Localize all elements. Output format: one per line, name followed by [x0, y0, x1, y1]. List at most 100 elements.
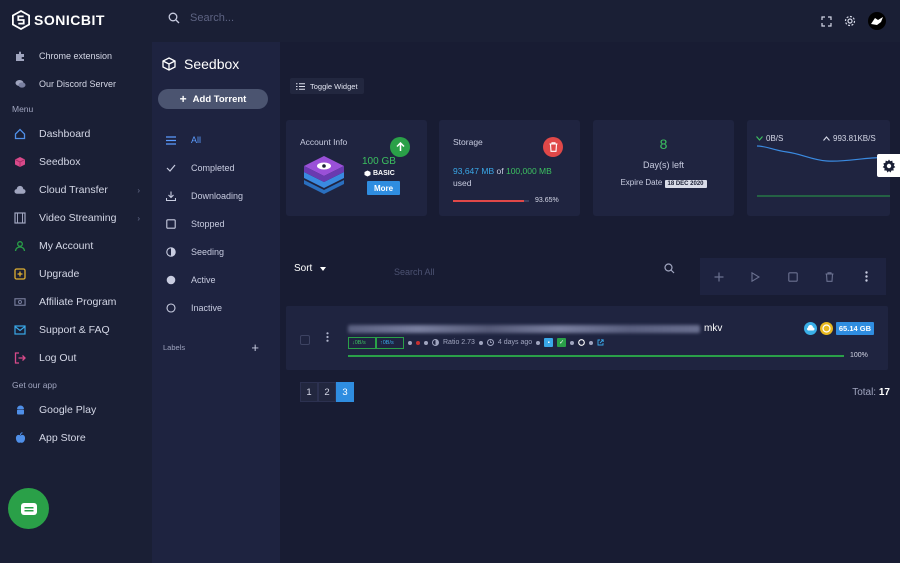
- sidebar-item-label: Video Streaming: [39, 212, 117, 224]
- app-section-title: Get our app: [12, 380, 57, 390]
- torrent-badges: 65.14 GB: [803, 322, 874, 335]
- plus-box-icon: [14, 268, 26, 280]
- account-more-button[interactable]: More: [367, 181, 400, 195]
- sidebar-item-support[interactable]: Support & FAQ: [0, 316, 152, 344]
- sidebar-item-upgrade[interactable]: Upgrade: [0, 260, 152, 288]
- sidebar-item-my-account[interactable]: My Account: [0, 232, 152, 260]
- gear-icon: [882, 159, 895, 172]
- torrent-row[interactable]: mkv ↓0B/s ↑0B/s Ratio 2.73 4 days ago ▪ …: [286, 306, 888, 370]
- storage-progress-bar: [453, 200, 529, 202]
- clear-storage-button[interactable]: [543, 137, 563, 157]
- half-circle-icon: [432, 339, 439, 346]
- account-size: 100 GB: [362, 156, 396, 167]
- sonicbit-logo[interactable]: SONICBIT: [12, 10, 105, 30]
- chevron-right-icon: ›: [137, 213, 140, 223]
- sidebar-item-label: Seedbox: [39, 156, 81, 168]
- filter-downloading[interactable]: Downloading: [152, 182, 280, 210]
- page-3-button[interactable]: 3: [336, 382, 354, 402]
- sidebar-item-label: Chrome extension: [39, 51, 113, 61]
- separator-dot: [589, 340, 594, 345]
- days-left-value: 8: [659, 136, 668, 152]
- arrow-up-icon: [395, 142, 405, 151]
- chevron-right-icon: ›: [137, 185, 140, 195]
- sort-dropdown[interactable]: Sort: [294, 263, 327, 274]
- top-bar: SONICBIT: [0, 0, 900, 42]
- trash-icon: [549, 142, 557, 152]
- upgrade-arrow-button[interactable]: [390, 137, 410, 157]
- sidebar-item-app-store[interactable]: App Store: [0, 424, 152, 452]
- account-info-label: Account Info: [300, 137, 348, 147]
- sidebar-item-video-streaming[interactable]: Video Streaming ›: [0, 204, 152, 232]
- stop-square-icon: [787, 271, 798, 282]
- cube-icon: [162, 57, 176, 71]
- filter-completed[interactable]: Completed: [152, 154, 280, 182]
- torrent-up-speed: ↑0B/s: [376, 337, 404, 349]
- torrent-extension: mkv: [704, 323, 723, 334]
- money-icon: [14, 296, 26, 308]
- sidebar-item-dashboard[interactable]: Dashboard: [0, 120, 152, 148]
- filter-all[interactable]: All: [152, 126, 280, 154]
- search-icon: [168, 12, 180, 24]
- page-1-button[interactable]: 1: [300, 382, 318, 402]
- page-2-button[interactable]: 2: [318, 382, 336, 402]
- torrent-search: [394, 262, 594, 280]
- external-link-icon[interactable]: [597, 339, 604, 346]
- filter-label: Downloading: [191, 191, 244, 201]
- plan-name: BASIC: [373, 170, 395, 177]
- list-icon: [166, 135, 176, 145]
- separator-dot: [478, 340, 483, 345]
- delete-button[interactable]: [811, 258, 848, 295]
- storage-percent: 93.65%: [535, 197, 559, 204]
- toggle-widget-button[interactable]: Toggle Widget: [290, 78, 364, 94]
- filter-label: Inactive: [191, 303, 223, 313]
- global-search-input[interactable]: [190, 12, 390, 24]
- torrent-progress-bar: [348, 355, 844, 357]
- sidebar-item-seedbox[interactable]: Seedbox: [0, 148, 152, 176]
- more-options-button[interactable]: [848, 258, 885, 295]
- cloud-icon: [14, 184, 26, 196]
- search-all-input[interactable]: [394, 267, 594, 277]
- status-dot-icon: [416, 340, 420, 345]
- play-button[interactable]: [737, 258, 774, 295]
- check-icon: [166, 163, 176, 173]
- sidebar-item-label: Google Play: [39, 404, 97, 416]
- filter-active[interactable]: Active: [152, 266, 280, 294]
- server-stack-icon: [304, 156, 344, 194]
- add-button[interactable]: [700, 258, 737, 295]
- sidebar-item-google-play[interactable]: Google Play: [0, 396, 152, 424]
- account-info-card: Account Info 100 GB BASIC More: [286, 120, 427, 216]
- download-icon: [166, 191, 176, 201]
- stop-button[interactable]: [774, 258, 811, 295]
- sidebar-item-cloud-transfer[interactable]: Cloud Transfer ›: [0, 176, 152, 204]
- checkmark-icon: ✓: [557, 338, 567, 347]
- seedbox-panel: Seedbox + Add Torrent All Completed Down…: [152, 42, 280, 563]
- search-icon[interactable]: [664, 263, 675, 274]
- cloud-upload-icon[interactable]: [803, 322, 817, 335]
- global-search: [168, 12, 390, 24]
- torrent-menu-button[interactable]: [326, 332, 329, 345]
- filter-stopped[interactable]: Stopped: [152, 210, 280, 238]
- sidebar-item-label: Log Out: [39, 352, 77, 364]
- add-label-button[interactable]: +: [251, 340, 259, 355]
- add-torrent-button[interactable]: + Add Torrent: [158, 89, 268, 109]
- torrent-checkbox[interactable]: [300, 335, 310, 345]
- user-icon: [14, 240, 26, 252]
- fullscreen-icon[interactable]: [821, 15, 832, 27]
- filter-seeding[interactable]: Seeding: [152, 238, 280, 266]
- sidebar-item-chrome-extension[interactable]: Chrome extension: [0, 42, 152, 70]
- filter-inactive[interactable]: Inactive: [152, 294, 280, 322]
- floating-settings-button[interactable]: [877, 154, 900, 177]
- empty-circle-icon: [166, 303, 176, 313]
- gold-coin-icon[interactable]: [819, 322, 833, 335]
- settings-gear-icon[interactable]: [844, 15, 856, 27]
- separator-dot: [536, 340, 541, 345]
- sidebar-item-label: Dashboard: [39, 128, 91, 140]
- filter-label: Completed: [191, 163, 235, 173]
- torrent-age: 4 days ago: [497, 339, 533, 346]
- sidebar-item-logout[interactable]: Log Out: [0, 344, 152, 372]
- storage-used-word: used: [453, 178, 472, 188]
- sidebar-item-discord[interactable]: Our Discord Server: [0, 70, 152, 98]
- sidebar-item-affiliate[interactable]: Affiliate Program: [0, 288, 152, 316]
- user-avatar[interactable]: [868, 12, 886, 30]
- live-chat-button[interactable]: [8, 488, 49, 529]
